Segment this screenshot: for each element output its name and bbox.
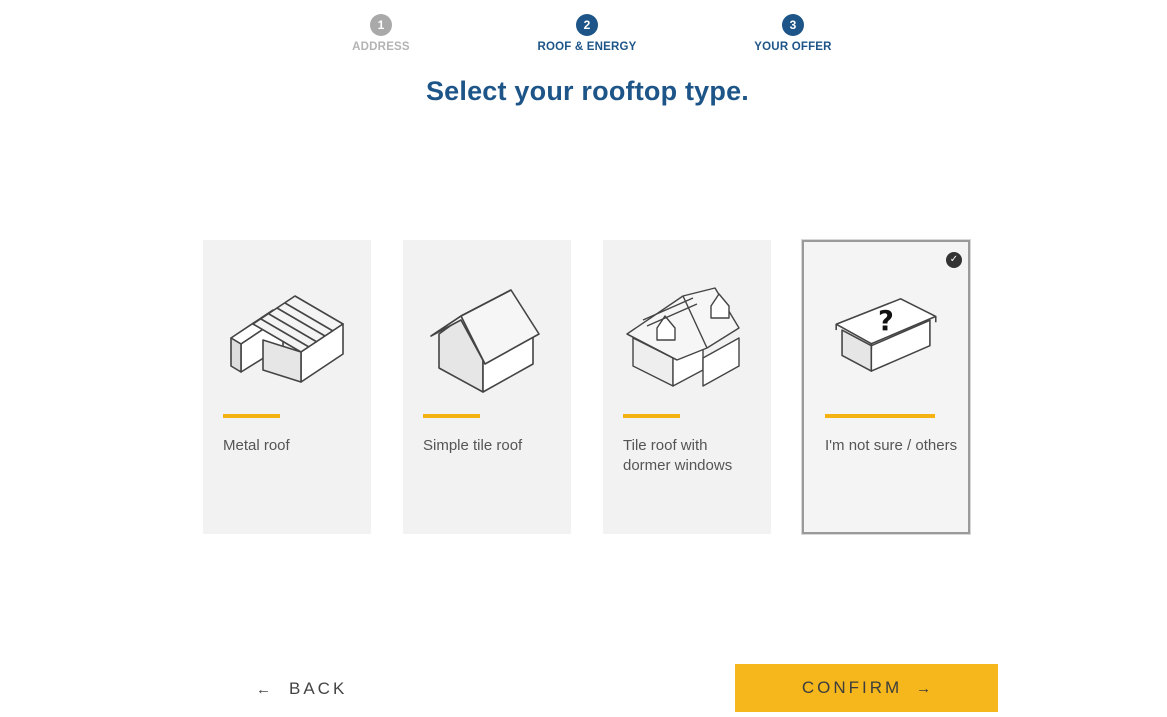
option-card-metal-roof[interactable]: Metal roof xyxy=(203,240,371,534)
option-card-simple-tile-roof[interactable]: Simple tile roof xyxy=(403,240,571,534)
step-label: ADDRESS xyxy=(352,41,410,53)
step-roof-energy[interactable]: 2 ROOF & ENERGY xyxy=(507,14,667,53)
page-title: Select your rooftop type. xyxy=(425,76,750,106)
confirm-label: CONFIRM xyxy=(801,678,903,697)
step-label: YOUR OFFER xyxy=(754,41,832,53)
svg-text:?: ? xyxy=(878,306,894,337)
option-card-dormer-roof[interactable]: Tile roof with dormer windows xyxy=(603,240,771,534)
step-your-offer[interactable]: 3 YOUR OFFER xyxy=(713,14,873,53)
step-address[interactable]: 1 ADDRESS xyxy=(301,14,461,53)
back-button[interactable]: ← BACK xyxy=(256,675,347,703)
confirm-button[interactable]: CONFIRM → xyxy=(735,664,998,712)
card-accent-bar xyxy=(223,414,280,418)
option-label: Metal roof xyxy=(223,437,290,454)
step-number: 2 xyxy=(576,14,598,36)
step-number: 3 xyxy=(782,14,804,36)
arrow-right-icon: → xyxy=(916,680,932,697)
simple-tile-roof-house-icon xyxy=(430,289,540,393)
option-label: I'm not sure / others xyxy=(825,437,958,454)
arrow-left-icon: ← xyxy=(256,681,271,698)
back-label: BACK xyxy=(289,679,348,698)
option-label: Simple tile roof xyxy=(423,437,523,454)
page: 1 ADDRESS 2 ROOF & ENERGY 3 YOUR OFFER S… xyxy=(0,0,1167,717)
option-card-not-sure[interactable]: ✓ ? I'm not sure / others xyxy=(802,240,970,534)
card-accent-bar xyxy=(423,414,480,418)
card-accent-bar xyxy=(825,414,935,418)
card-accent-bar xyxy=(623,414,680,418)
step-number: 1 xyxy=(370,14,392,36)
metal-roof-house-icon xyxy=(230,295,344,383)
option-label: Tile roof with dormer windows xyxy=(623,437,733,474)
unknown-roof-house-icon: ? xyxy=(835,298,937,372)
dormer-roof-house-icon xyxy=(626,287,740,387)
step-label: ROOF & ENERGY xyxy=(537,41,637,53)
